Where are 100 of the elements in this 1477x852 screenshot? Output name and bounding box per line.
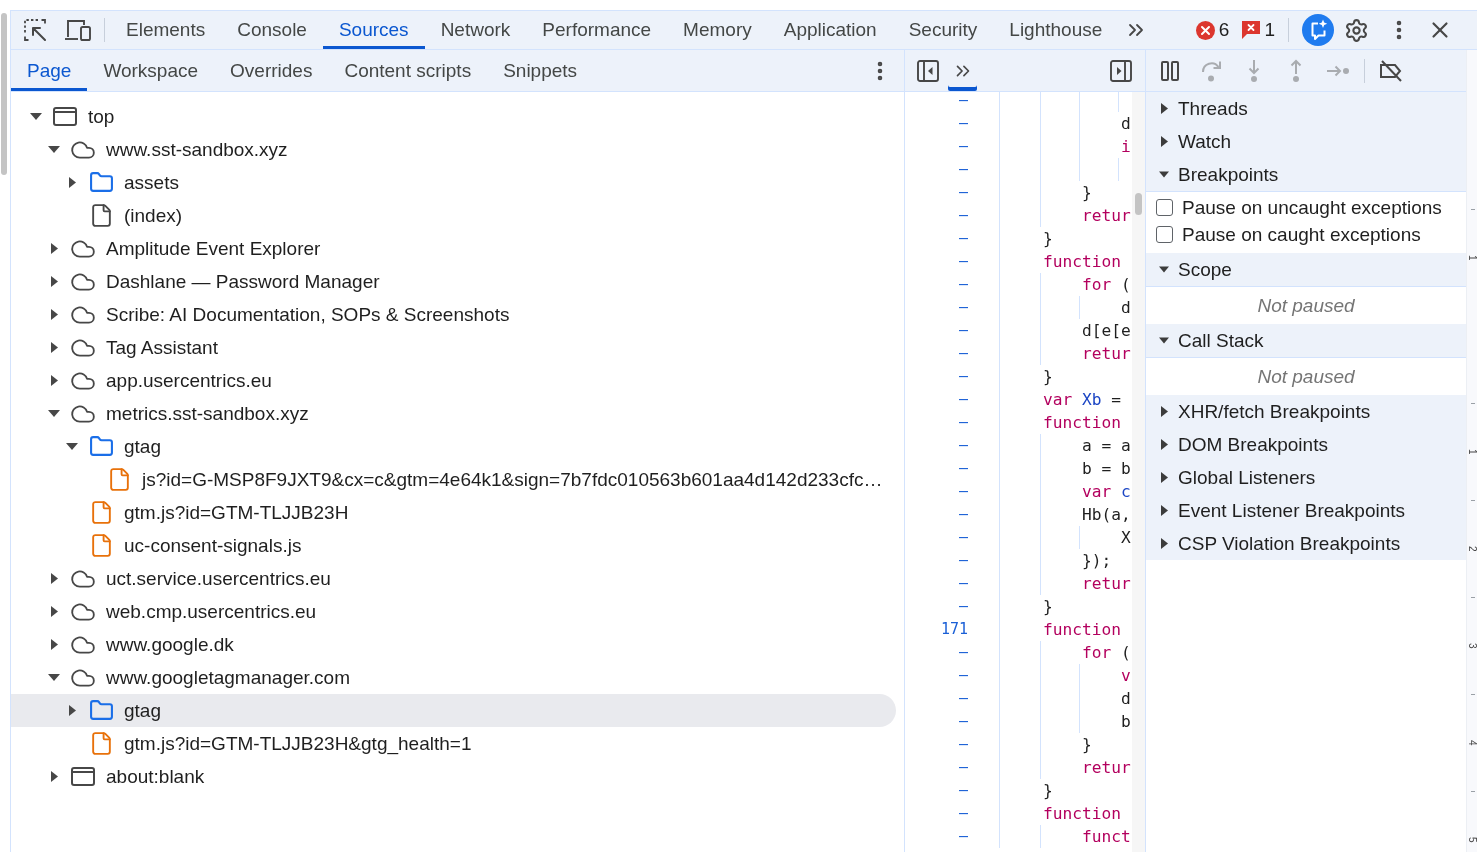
line-number: –: [958, 574, 968, 592]
panel-right-icon[interactable]: [1110, 59, 1132, 82]
caret-right-icon[interactable]: [50, 375, 58, 386]
tab[interactable]: Overrides: [214, 50, 329, 91]
tree-item[interactable]: www.sst-sandbox.xyz: [48, 133, 288, 166]
caret-down-icon[interactable]: [48, 410, 60, 417]
tree-item[interactable]: js?id=G-MSP8F9JXT9&cx=c&gtm=4e64k1&sign=7b7fdc010563b601aa4d142d233cfc…: [84, 463, 883, 496]
tab[interactable]: Elements: [110, 11, 222, 49]
caret-down-icon[interactable]: [66, 443, 78, 450]
error-count-button[interactable]: 6: [1195, 19, 1230, 41]
caret-right-icon[interactable]: [50, 771, 58, 782]
tab[interactable]: Page: [11, 50, 88, 91]
section-header[interactable]: Global Listeners: [1146, 461, 1466, 494]
pause-icon[interactable]: [1158, 58, 1182, 83]
tab[interactable]: Application: [767, 11, 893, 49]
caret-right-icon[interactable]: [68, 705, 76, 716]
tree-item[interactable]: about:blank: [48, 760, 205, 793]
tab[interactable]: Console: [221, 11, 323, 49]
checkbox[interactable]: [1156, 226, 1173, 243]
tree-item[interactable]: www.google.dk: [48, 628, 234, 661]
chat-sparkle-icon[interactable]: [1302, 14, 1334, 46]
code-line: }: [1043, 228, 1053, 248]
tree-item[interactable]: uct.service.usercentrics.eu: [48, 562, 331, 595]
code-line: function: [1043, 251, 1121, 271]
line-number: –: [958, 92, 968, 109]
tree-item[interactable]: (index): [66, 199, 183, 232]
line-number: –: [958, 827, 968, 845]
line-number: –: [958, 321, 968, 339]
tree-item[interactable]: gtag: [66, 430, 161, 463]
tab[interactable]: Content scripts: [328, 50, 488, 91]
tree-item[interactable]: app.usercentrics.eu: [48, 364, 272, 397]
tree-item[interactable]: Tag Assistant: [48, 331, 218, 364]
tree-item[interactable]: Amplitude Event Explorer: [48, 232, 321, 265]
section-header[interactable]: DOM Breakpoints: [1146, 428, 1466, 461]
checkbox-label: Pause on uncaught exceptions: [1182, 196, 1442, 219]
section-header[interactable]: XHR/fetch Breakpoints: [1146, 395, 1466, 428]
section-header[interactable]: CSP Violation Breakpoints: [1146, 527, 1466, 560]
section-header[interactable]: Watch: [1146, 125, 1466, 158]
tree-item[interactable]: top: [30, 100, 115, 133]
caret-right-icon[interactable]: [50, 639, 58, 650]
tree-item[interactable]: Scribe: AI Documentation, SOPs & Screenshots: [48, 298, 510, 331]
tree-item[interactable]: Dashlane — Password Manager: [48, 265, 380, 298]
code-line: }: [1081, 734, 1092, 754]
line-number: –: [958, 298, 968, 316]
code-line: v: [1120, 665, 1131, 685]
caret-right-icon[interactable]: [50, 573, 58, 584]
code-line: retur: [1081, 573, 1131, 593]
window-icon: [71, 767, 95, 786]
caret-down-icon[interactable]: [48, 674, 60, 681]
tab[interactable]: Security: [892, 11, 994, 49]
caret-right-icon[interactable]: [50, 276, 58, 287]
caret-down-icon[interactable]: [48, 146, 60, 153]
tab[interactable]: Sources: [322, 11, 425, 49]
tree-item[interactable]: web.cmp.usercentrics.eu: [48, 595, 317, 628]
tree-item[interactable]: gtm.js?id=GTM-TLJJB23H: [66, 496, 349, 529]
tree-item[interactable]: gtag: [11, 694, 896, 727]
ruler-label: 4: [1467, 739, 1477, 746]
folder-icon: [88, 698, 114, 723]
section-header[interactable]: Scope: [1146, 253, 1466, 287]
code-line: var Xb =: [1043, 389, 1121, 409]
code-line: d: [1120, 688, 1131, 708]
line-number: –: [958, 551, 968, 569]
selection-arrow-icon[interactable]: [24, 19, 46, 41]
tab[interactable]: Performance: [526, 11, 668, 49]
tab[interactable]: Lighthouse: [993, 11, 1119, 49]
tab[interactable]: Snippets: [487, 50, 594, 91]
tree-item[interactable]: uc-consent-signals.js: [66, 529, 302, 562]
section-header[interactable]: Threads: [1146, 92, 1466, 125]
caret-right-icon[interactable]: [50, 342, 58, 353]
caret-down-icon[interactable]: [30, 113, 42, 120]
issue-count-button[interactable]: 1: [1242, 19, 1275, 41]
code-line: retur: [1081, 757, 1131, 777]
tab[interactable]: Memory: [667, 11, 768, 49]
tag-slash-icon[interactable]: [1379, 58, 1403, 83]
scrollbar-thumb[interactable]: [1, 13, 7, 175]
panel-left-icon[interactable]: [917, 59, 939, 82]
laptop-phone-icon[interactable]: [65, 19, 91, 41]
caret-right-icon[interactable]: [68, 177, 76, 188]
tree-item[interactable]: www.googletagmanager.com: [48, 661, 350, 694]
line-number: –: [958, 528, 968, 546]
line-number: –: [958, 390, 968, 408]
tree-item[interactable]: assets: [66, 166, 179, 199]
section-header[interactable]: Call Stack: [1146, 324, 1466, 358]
checkbox[interactable]: [1156, 199, 1173, 216]
settings-icon[interactable]: [1344, 17, 1369, 43]
tree-item[interactable]: metrics.sst-sandbox.xyz: [48, 397, 309, 430]
scrollbar-thumb[interactable]: [1135, 193, 1142, 215]
tab[interactable]: Network: [424, 11, 527, 49]
caret-right-icon[interactable]: [50, 309, 58, 320]
code-line: var c: [1081, 481, 1131, 501]
code-line: for (: [1081, 274, 1131, 294]
tab[interactable]: Workspace: [87, 50, 215, 91]
section-header[interactable]: Breakpoints: [1146, 158, 1466, 192]
line-number: –: [958, 160, 968, 178]
caret-right-icon[interactable]: [50, 243, 58, 254]
code-line: function: [1043, 412, 1121, 432]
tree-item[interactable]: gtm.js?id=GTM-TLJJB23H&gtg_health=1: [66, 727, 472, 760]
section-header[interactable]: Event Listener Breakpoints: [1146, 494, 1466, 527]
caret-right-icon[interactable]: [50, 606, 58, 617]
line-number: –: [958, 114, 968, 132]
